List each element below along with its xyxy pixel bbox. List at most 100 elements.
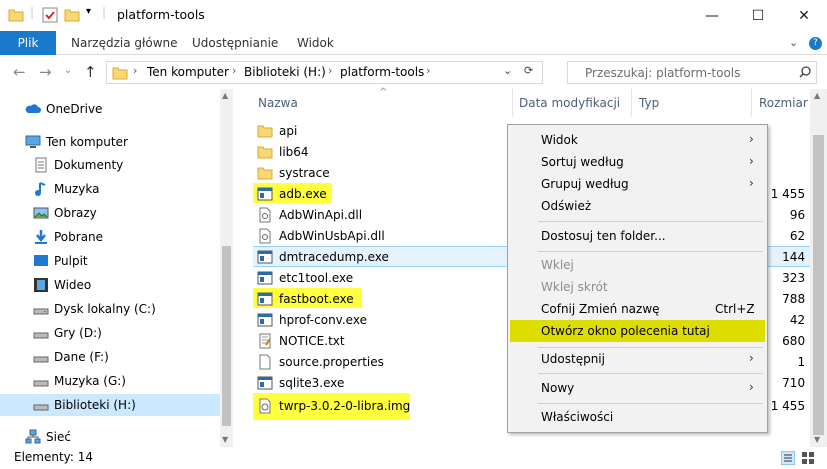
drive-icon: [33, 325, 49, 341]
nav-pane-scrollbar[interactable]: ▲ ▼: [220, 89, 233, 447]
breadcrumb-platform-tools[interactable]: platform-tools: [340, 65, 424, 79]
column-separator: [512, 89, 513, 117]
new-folder-icon[interactable]: [64, 7, 80, 26]
nav-item-drive-f[interactable]: Dane (F:): [0, 346, 220, 368]
nav-item-drive-c[interactable]: Dysk lokalny (C:): [0, 298, 220, 320]
navigation-pane: OneDrive Ten komputer Dokumenty Muzyka O…: [0, 89, 233, 447]
qa-separator: |: [102, 5, 107, 19]
tab-file[interactable]: Plik: [0, 31, 56, 55]
file-list-scrollbar[interactable]: ▲ ▼: [810, 89, 827, 447]
video-icon: [33, 277, 49, 293]
nav-item-desktop[interactable]: Pulpit: [0, 250, 220, 272]
menu-item-share[interactable]: Udostępnij ›: [510, 348, 765, 370]
nav-item-drive-h[interactable]: Biblioteki (H:): [0, 394, 220, 416]
nav-item-downloads[interactable]: Pobrane: [0, 226, 220, 248]
tab-home[interactable]: Narzędzia główne: [71, 36, 178, 50]
nav-item-this-pc[interactable]: Ten komputer: [0, 131, 220, 153]
chevron-right-icon: ›: [749, 154, 754, 168]
pictures-icon: [33, 205, 49, 221]
status-bar: Elementy: 14: [0, 447, 827, 469]
drive-icon: [33, 349, 49, 365]
scroll-down-icon[interactable]: ▼: [814, 435, 820, 444]
downloads-icon: [33, 229, 49, 245]
properties-icon[interactable]: [42, 7, 58, 26]
breadcrumb-chevron[interactable]: ›: [328, 64, 332, 77]
refresh-icon[interactable]: ⟳: [524, 64, 533, 77]
nav-item-video[interactable]: Wideo: [0, 274, 220, 296]
onedrive-icon: [25, 101, 41, 117]
nav-item-onedrive[interactable]: OneDrive: [0, 98, 220, 120]
column-header-type[interactable]: Typ: [639, 96, 659, 110]
folder-icon: [257, 165, 273, 181]
nav-item-music[interactable]: Muzyka: [0, 178, 220, 200]
menu-item-refresh[interactable]: Odśwież: [510, 195, 765, 217]
search-input[interactable]: Przeszukaj: platform-tools: [585, 66, 740, 80]
title-bar: | ▾ | platform-tools — ☐ ✕: [0, 0, 827, 31]
column-header-name[interactable]: Nazwa: [258, 96, 298, 110]
menu-item-open-command-window[interactable]: Otwórz okno polecenia tutaj: [510, 320, 765, 342]
address-dropdown-icon[interactable]: ⌄: [503, 64, 512, 77]
expand-ribbon-icon[interactable]: ⌄: [789, 36, 798, 49]
chevron-right-icon: ›: [749, 132, 754, 146]
large-icons-view-icon[interactable]: [801, 451, 815, 468]
breadcrumb-chevron[interactable]: ›: [232, 64, 236, 77]
menu-item-sort-by[interactable]: Sortuj według ›: [510, 151, 765, 173]
folder-icon: [8, 7, 24, 26]
breadcrumb-this-pc[interactable]: Ten komputer: [147, 65, 229, 79]
forward-arrow-icon[interactable]: →: [39, 63, 52, 81]
nav-item-drive-g[interactable]: Muzyka (G:): [0, 370, 220, 392]
folder-icon: [257, 123, 273, 139]
search-box[interactable]: Przeszukaj: platform-tools: [567, 61, 817, 84]
nav-item-network[interactable]: Sieć: [0, 426, 220, 448]
column-header-size[interactable]: Rozmiar: [759, 96, 808, 110]
nav-item-pictures[interactable]: Obrazy: [0, 202, 220, 224]
qa-separator: |: [30, 5, 35, 19]
maximize-button[interactable]: ☐: [735, 0, 781, 31]
tab-share[interactable]: Udostępnianie: [192, 36, 278, 50]
column-separator: [751, 89, 752, 117]
minimize-button[interactable]: —: [689, 0, 735, 31]
documents-icon: [33, 157, 49, 173]
menu-separator: [538, 373, 763, 374]
menu-item-properties[interactable]: Właściwości: [510, 406, 765, 428]
chevron-right-icon: ›: [749, 351, 754, 365]
scroll-down-icon[interactable]: ▼: [222, 435, 228, 444]
chevron-right-icon: ›: [749, 176, 754, 190]
address-bar[interactable]: › Ten komputer › Biblioteki (H:) › platf…: [106, 61, 543, 84]
search-icon[interactable]: [798, 65, 812, 82]
close-button[interactable]: ✕: [781, 0, 827, 31]
menu-item-customize-folder[interactable]: Dostosuj ten folder...: [510, 225, 765, 247]
breadcrumb-chevron[interactable]: ›: [426, 64, 430, 77]
drive-icon: [33, 397, 49, 413]
menu-item-group-by[interactable]: Grupuj według ›: [510, 173, 765, 195]
ribbon-tabs: Plik Narzędzia główne Udostępnianie Wido…: [0, 31, 827, 55]
menu-item-undo-rename[interactable]: Cofnij Zmień nazwę Ctrl+Z: [510, 298, 765, 320]
nav-item-documents[interactable]: Dokumenty: [0, 154, 220, 176]
menu-separator: [538, 221, 763, 222]
help-icon[interactable]: ?: [809, 37, 822, 50]
breadcrumb-drive-h[interactable]: Biblioteki (H:): [244, 65, 326, 79]
nav-item-drive-d[interactable]: Gry (D:): [0, 322, 220, 344]
scroll-up-icon[interactable]: ▲: [222, 91, 228, 100]
up-arrow-icon[interactable]: ↑: [84, 63, 97, 81]
scrollbar-thumb[interactable]: [813, 135, 824, 435]
recent-locations-icon[interactable]: ⌄: [64, 65, 72, 76]
details-view-icon[interactable]: [780, 450, 796, 468]
context-menu: Widok › Sortuj według › Grupuj według › …: [507, 124, 768, 433]
menu-item-view[interactable]: Widok ›: [510, 129, 765, 151]
scrollbar-thumb[interactable]: [222, 246, 231, 426]
customize-toolbar-icon[interactable]: ▾: [86, 6, 91, 17]
back-arrow-icon[interactable]: ←: [13, 63, 26, 81]
menu-item-new[interactable]: Nowy ›: [510, 377, 765, 399]
drive-icon: [33, 301, 49, 317]
tab-view[interactable]: Widok: [297, 36, 334, 50]
computer-icon: [25, 134, 41, 150]
menu-separator: [538, 403, 763, 404]
column-separator: [631, 89, 632, 117]
item-count: Elementy: 14: [14, 450, 94, 464]
scroll-up-icon[interactable]: ▲: [814, 91, 820, 100]
column-header-date[interactable]: Data modyfikacji: [519, 96, 620, 110]
shortcut-label: Ctrl+Z: [715, 302, 755, 316]
folder-icon: [257, 144, 273, 160]
breadcrumb-chevron[interactable]: ›: [133, 64, 137, 77]
